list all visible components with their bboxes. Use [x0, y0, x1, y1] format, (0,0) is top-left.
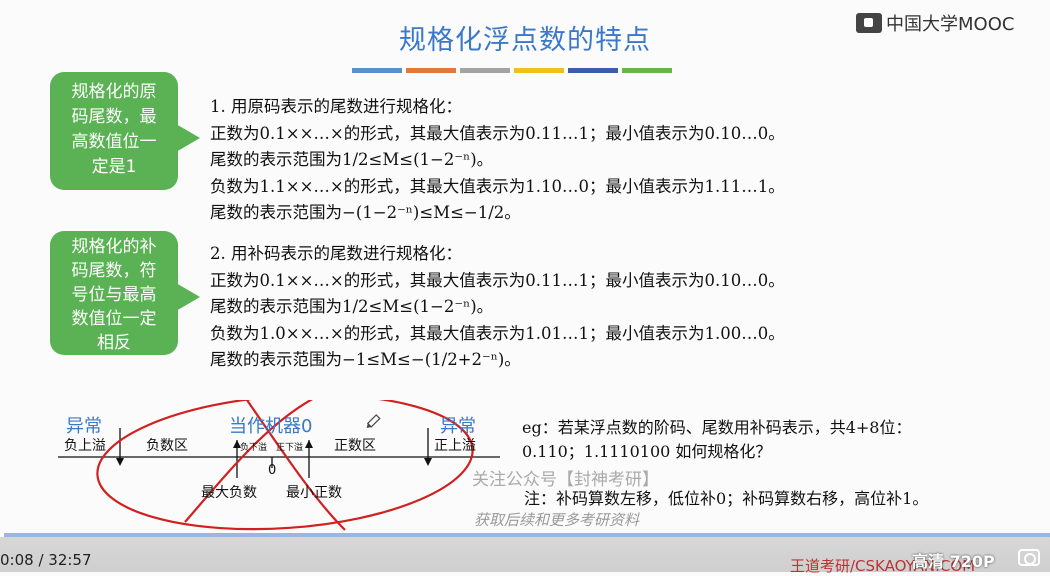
twos-complement-section: 2. 用补码表示的尾数进行规格化： 正数为0.1××…×的形式，其最大值表示为0…	[210, 241, 785, 374]
section-line: 尾数的表示范围为−1≤M≤−(1/2+2⁻ⁿ)。	[210, 350, 521, 369]
note-text: 注：补码算数左移，低位补0；补码算数右移，高位补1。	[524, 489, 929, 508]
callout-line: 定是1	[91, 157, 137, 177]
example-line-1: eg：若某浮点数的阶码、尾数用补码表示，共4+8位：	[522, 418, 912, 437]
callout-line: 号位与最高	[71, 285, 157, 305]
max-negative-label: 最大负数	[201, 485, 257, 501]
section-line: 负数为1.1××…×的形式，其最大值表示为1.10…0；最小值表示为1.11…1…	[210, 176, 785, 196]
progress-bar[interactable]	[0, 533, 1050, 537]
pos-overflow-label: 正上溢	[434, 438, 476, 454]
callout-bubble-1: 规格化的原 码尾数，最 高数值位一 定是1	[50, 72, 200, 190]
quality-button[interactable]: 高清 720P	[912, 548, 995, 572]
accent-bar	[352, 68, 402, 73]
machine-zero-label: 当作机器0	[229, 416, 313, 437]
arrow-icon	[424, 458, 432, 466]
neg-underflow-label: 负下溢	[240, 443, 268, 453]
section-heading: 2. 用补码表示的尾数进行规格化：	[210, 244, 462, 263]
arrow-icon	[116, 458, 124, 466]
neg-overflow-label: 负上溢	[64, 438, 106, 454]
callout-line: 规格化的原	[71, 82, 157, 102]
accent-bars	[352, 68, 672, 73]
accent-bar	[622, 68, 672, 73]
sign-magnitude-section: 1. 用原码表示的尾数进行规格化： 正数为0.1××…×的形式，其最大值表示为0…	[210, 94, 785, 227]
example-line-2: 0.110；1.1110100 如何规格化？	[522, 442, 772, 461]
callout-line: 规格化的补	[71, 237, 157, 257]
neg-region-label: 负数区	[146, 438, 188, 454]
section-line: 尾数的表示范围为−(1−2⁻ⁿ)≤M≤−1/2。	[210, 203, 521, 222]
callout-line: 码尾数，最	[71, 107, 157, 127]
screenshot-icon[interactable]	[1018, 549, 1040, 566]
accent-bar	[514, 68, 564, 73]
section-line: 正数为0.1××…×的形式，其最大值表示为0.11…1；最小值表示为0.10…0…	[210, 123, 785, 143]
accent-bar	[460, 68, 510, 73]
time-display: 0:08 / 32:57	[0, 551, 92, 569]
accent-bar	[406, 68, 456, 73]
mooc-logo: 中国大学MOOC	[856, 10, 1014, 36]
callout-line: 数值位一定	[71, 309, 157, 329]
min-positive-label: 最小正数	[286, 485, 342, 501]
section-line: 尾数的表示范围为1/2≤M≤(1−2⁻ⁿ)。	[210, 297, 494, 316]
progress-fill	[0, 533, 5, 537]
callout-line: 码尾数，符	[71, 261, 157, 281]
pencil-icon	[366, 414, 381, 429]
section-line: 正数为0.1××…×的形式，其最大值表示为0.11…1；最小值表示为0.10…0…	[210, 270, 785, 290]
pos-underflow-label: 正下溢	[276, 443, 304, 453]
zero-label: 0	[268, 463, 277, 478]
watermark-resources: 获取后续和更多考研资料	[474, 511, 640, 529]
section-line: 负数为1.0××…×的形式，其最大值表示为1.01…1；最小值表示为1.00…0…	[210, 323, 785, 343]
accent-bar	[568, 68, 618, 73]
mooc-logo-text: 中国大学MOOC	[886, 14, 1015, 35]
callout-line: 相反	[97, 333, 131, 353]
callout-line: 高数值位一	[71, 132, 157, 152]
section-line: 尾数的表示范围为1/2≤M≤(1−2⁻ⁿ)。	[210, 150, 494, 169]
pos-region-label: 正数区	[334, 438, 376, 454]
arrow-icon	[305, 440, 313, 448]
callout-bubble-2: 规格化的补 码尾数，符 号位与最高 数值位一定 相反	[50, 231, 200, 355]
mooc-logo-icon	[856, 13, 882, 33]
section-heading: 1. 用原码表示的尾数进行规格化：	[210, 97, 462, 116]
